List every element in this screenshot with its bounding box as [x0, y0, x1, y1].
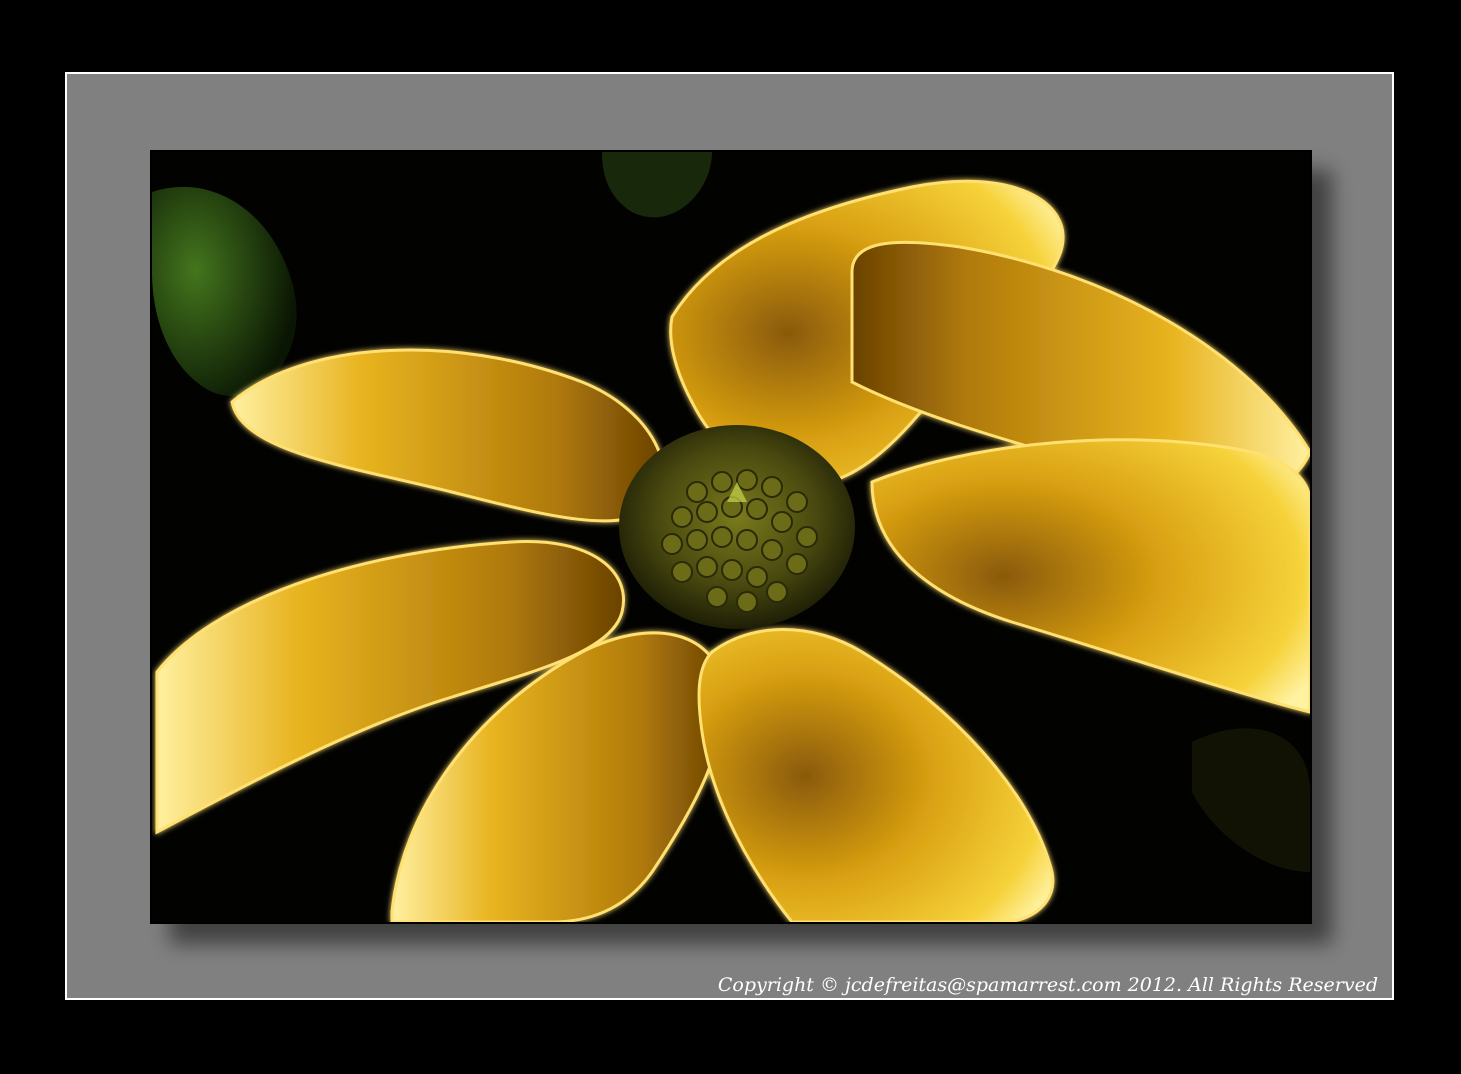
photo-mat-frame: Copyright © jcdefreitas@spamarrest.com 2…	[65, 72, 1394, 1000]
flower-photo	[150, 150, 1312, 924]
yellow-flower-icon	[152, 152, 1310, 922]
copyright-notice: Copyright © jcdefreitas@spamarrest.com 2…	[717, 974, 1378, 996]
